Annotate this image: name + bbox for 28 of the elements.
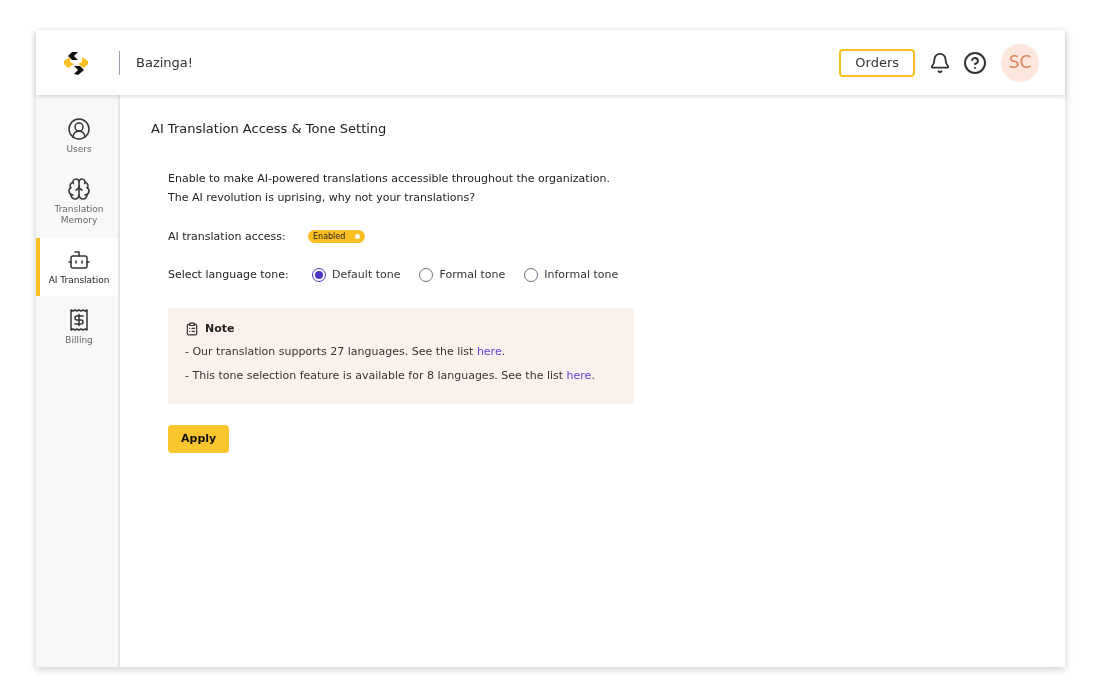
access-label: AI translation access: [168,228,287,245]
help-icon[interactable] [963,50,987,75]
logo-icon [62,49,90,76]
page-title: AI Translation Access & Tone Setting [151,120,388,138]
sidebar-item[interactable]: Billing [36,298,118,356]
note-text: - This tone selection feature is available for 8 languages. See the list here. [185,367,596,384]
radio-label[interactable]: Formal tone [439,267,506,284]
access-toggle[interactable]: Enabled [308,230,366,244]
sidebar-item[interactable]: AI Translation [36,238,118,296]
receipt-icon [67,308,91,332]
sidebar-item[interactable]: Translation Memory [36,167,118,236]
tone-label: Select language tone: [168,267,290,283]
radio-label[interactable]: Default tone [332,267,401,284]
notification-icon[interactable] [929,51,951,74]
sidebar-item[interactable]: Users [36,107,118,165]
user-icon [67,117,91,141]
brand-name: Bazinga! [136,53,193,72]
robot-icon [67,248,91,272]
clipboard-icon [185,321,199,336]
apply-button[interactable]: Apply [168,425,230,453]
here-link[interactable]: here [476,345,502,358]
brain-icon [67,177,91,201]
orders-button[interactable]: Orders [839,48,915,77]
description-text: The AI revolution is uprising, why not your translations? [168,190,477,206]
description-text: Enable to make AI-powered translations accessible throughout the organization. [168,170,611,187]
note-text: - Our translation supports 27 languages. See the list here. [185,344,507,360]
note-title: Note [205,320,235,337]
radio-label[interactable]: Informal tone [544,267,619,284]
